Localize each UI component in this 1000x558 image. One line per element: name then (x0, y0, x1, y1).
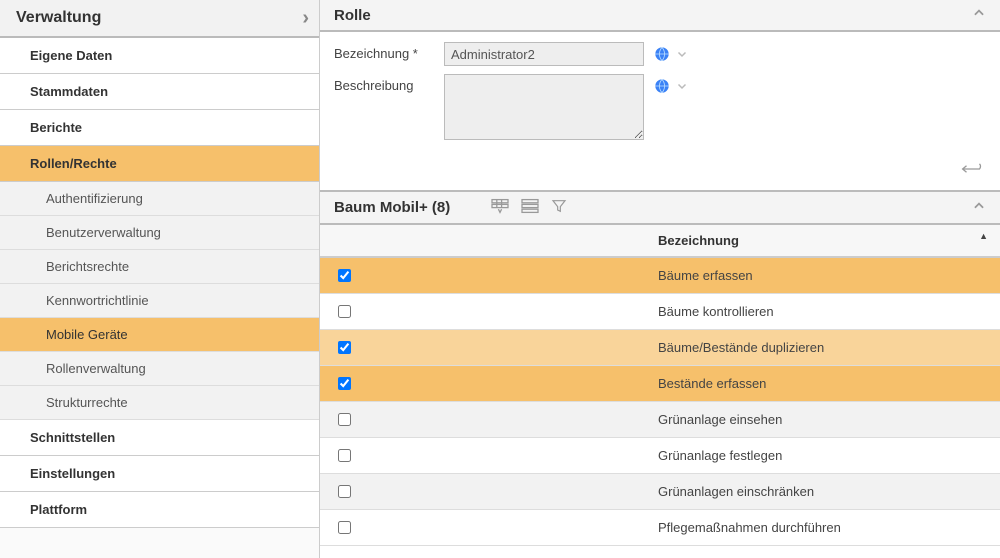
rows-icon[interactable] (520, 198, 540, 217)
table-row[interactable]: Grünanlage einsehen (320, 402, 1000, 438)
table-row[interactable]: Bestände erfassen (320, 366, 1000, 402)
nav-item-rollen-rechte[interactable]: Rollen/Rechte (0, 146, 319, 182)
desc-label: Beschreibung (334, 74, 444, 93)
role-panel-title: Rolle (334, 7, 371, 24)
table-row[interactable]: Pflegemaßnahmen durchführen (320, 510, 1000, 546)
row-checkbox[interactable] (338, 341, 351, 354)
permissions-panel-title: Baum Mobil+ (8) (334, 199, 450, 216)
name-label: Bezeichnung * (334, 42, 444, 61)
nav-item-stammdaten[interactable]: Stammdaten (0, 74, 319, 110)
row-label: Bäume kontrollieren (650, 294, 1000, 330)
permissions-grid: Bezeichnung ▲ Bäume erfassenBäume kontro… (320, 225, 1000, 546)
table-row[interactable]: Bäume kontrollieren (320, 294, 1000, 330)
nav-item-berichte[interactable]: Berichte (0, 110, 319, 146)
row-label: Bäume erfassen (650, 257, 1000, 294)
row-label: Grünanlagen einschränken (650, 474, 1000, 510)
row-checkbox[interactable] (338, 413, 351, 426)
chevron-down-icon[interactable] (676, 48, 688, 63)
name-input[interactable] (444, 42, 644, 66)
sidebar: Verwaltung › Eigene DatenStammdatenBeric… (0, 0, 320, 558)
col-bezeichnung-label: Bezeichnung (658, 233, 739, 248)
chevron-down-icon[interactable] (676, 80, 688, 95)
chevron-right-icon: › (302, 8, 309, 28)
nav-sub-berichtsrechte[interactable]: Berichtsrechte (0, 250, 319, 284)
sidebar-header[interactable]: Verwaltung › (0, 0, 319, 38)
form-row-desc: Beschreibung (334, 74, 986, 143)
col-checkbox (320, 225, 650, 257)
main: Rolle Bezeichnung * (320, 0, 1000, 558)
row-label: Pflegemaßnahmen durchführen (650, 510, 1000, 546)
nav-sub-rollenverwaltung[interactable]: Rollenverwaltung (0, 352, 319, 386)
row-label: Bestände erfassen (650, 366, 1000, 402)
table-row[interactable]: Bäume/Bestände duplizieren (320, 330, 1000, 366)
globe-icon[interactable] (654, 78, 670, 97)
row-checkbox[interactable] (338, 305, 351, 318)
row-checkbox[interactable] (338, 449, 351, 462)
role-form: Bezeichnung * Beschreibung (320, 32, 1000, 155)
chevron-up-icon (972, 199, 986, 216)
return-icon[interactable] (960, 161, 986, 180)
sort-asc-icon: ▲ (979, 231, 988, 241)
nav-sub-kennwortrichtlinie[interactable]: Kennwortrichtlinie (0, 284, 319, 318)
chevron-up-icon (972, 6, 986, 24)
nav-sub-benutzerverwaltung[interactable]: Benutzerverwaltung (0, 216, 319, 250)
table-row[interactable]: Bäume erfassen (320, 257, 1000, 294)
nav-item-plattform[interactable]: Plattform (0, 492, 319, 528)
row-checkbox[interactable] (338, 521, 351, 534)
nav-list: Eigene DatenStammdatenBerichteRollen/Rec… (0, 38, 319, 528)
nav-item-schnittstellen[interactable]: Schnittstellen (0, 420, 319, 456)
sidebar-title: Verwaltung (16, 9, 101, 27)
toolbar-return (320, 155, 1000, 192)
desc-textarea[interactable] (444, 74, 644, 140)
table-row[interactable]: Grünanlagen einschränken (320, 474, 1000, 510)
row-checkbox[interactable] (338, 269, 351, 282)
nav-item-einstellungen[interactable]: Einstellungen (0, 456, 319, 492)
permissions-panel-header[interactable]: Baum Mobil+ (8) (320, 192, 1000, 225)
filter-icon[interactable] (550, 198, 568, 217)
globe-icon[interactable] (654, 46, 670, 65)
role-panel-header[interactable]: Rolle (320, 0, 1000, 32)
row-label: Grünanlage festlegen (650, 438, 1000, 474)
nav-sub-mobile-ger-te[interactable]: Mobile Geräte (0, 318, 319, 352)
columns-icon[interactable] (490, 198, 510, 217)
form-row-name: Bezeichnung * (334, 42, 986, 66)
nav-sub-authentifizierung[interactable]: Authentifizierung (0, 182, 319, 216)
row-checkbox[interactable] (338, 377, 351, 390)
table-row[interactable]: Grünanlage festlegen (320, 438, 1000, 474)
row-label: Bäume/Bestände duplizieren (650, 330, 1000, 366)
nav-item-eigene-daten[interactable]: Eigene Daten (0, 38, 319, 74)
row-checkbox[interactable] (338, 485, 351, 498)
row-label: Grünanlage einsehen (650, 402, 1000, 438)
col-bezeichnung[interactable]: Bezeichnung ▲ (650, 225, 1000, 257)
nav-sub-strukturrechte[interactable]: Strukturrechte (0, 386, 319, 420)
